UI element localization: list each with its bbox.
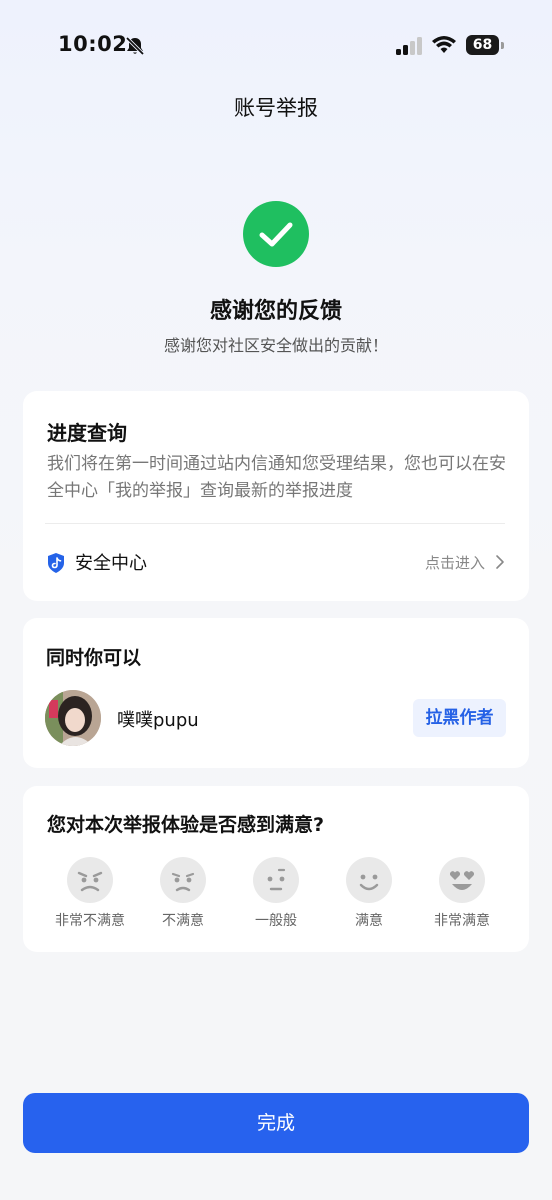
progress-title: 进度查询 <box>47 421 127 445</box>
frown-face-icon <box>160 857 206 903</box>
rating-very-satisfied[interactable]: 非常满意 <box>416 856 508 936</box>
rating-label: 满意 <box>355 913 383 929</box>
rating-label: 不满意 <box>162 913 204 929</box>
rating-card: 您对本次举报体验是否感到满意? 非常不满意 不满意 一般般 满意 非常满意 <box>23 786 529 952</box>
chevron-right-icon <box>496 555 504 569</box>
rating-label: 非常满意 <box>434 913 490 929</box>
security-center-label: 安全中心 <box>75 553 147 574</box>
rating-label: 一般般 <box>255 913 297 929</box>
progress-card: 进度查询 我们将在第一时间通过站内信通知您受理结果，您也可以在安全中心「我的举报… <box>23 391 529 601</box>
smile-face-icon <box>346 857 392 903</box>
avatar[interactable] <box>45 690 101 746</box>
shield-icon <box>48 553 64 573</box>
status-bar: 10:02 68 <box>0 0 552 90</box>
rating-label: 非常不满意 <box>55 913 125 929</box>
wifi-icon <box>432 36 456 53</box>
page-title: 账号举报 <box>234 96 318 120</box>
angry-face-icon <box>67 857 113 903</box>
result-headline: 感谢您的反馈 <box>209 299 342 324</box>
block-author-button[interactable]: 拉黑作者 <box>413 699 506 737</box>
check-circle-icon <box>243 201 309 267</box>
battery-icon: 68 <box>466 35 504 55</box>
enter-link[interactable]: 点击进入 <box>425 552 485 573</box>
battery-tip <box>501 42 504 49</box>
username[interactable]: 噗噗pupu <box>117 706 199 732</box>
progress-description: 我们将在第一时间通过站内信通知您受理结果，您也可以在安全中心「我的举报」查询最新… <box>47 454 506 501</box>
battery-level: 68 <box>466 35 499 55</box>
rating-satisfied[interactable]: 满意 <box>323 856 415 936</box>
rating-neutral[interactable]: 一般般 <box>230 856 322 936</box>
neutral-face-icon <box>253 857 299 903</box>
also-card: 同时你可以 噗噗pupu 拉黑作者 <box>23 618 529 768</box>
done-button[interactable]: 完成 <box>23 1093 529 1153</box>
rating-title: 您对本次举报体验是否感到满意? <box>47 814 325 836</box>
bell-slash-icon <box>125 36 145 56</box>
status-time: 10:02 <box>58 32 128 56</box>
security-center-row[interactable]: 安全中心 点击进入 <box>23 524 529 601</box>
signal-icon <box>396 37 422 55</box>
heart-eyes-face-icon <box>439 857 485 903</box>
rating-dissatisfied[interactable]: 不满意 <box>137 856 229 936</box>
also-title: 同时你可以 <box>46 647 142 669</box>
rating-very-dissatisfied[interactable]: 非常不满意 <box>44 856 136 936</box>
result-subline: 感谢您对社区安全做出的贡献！ <box>163 336 388 355</box>
